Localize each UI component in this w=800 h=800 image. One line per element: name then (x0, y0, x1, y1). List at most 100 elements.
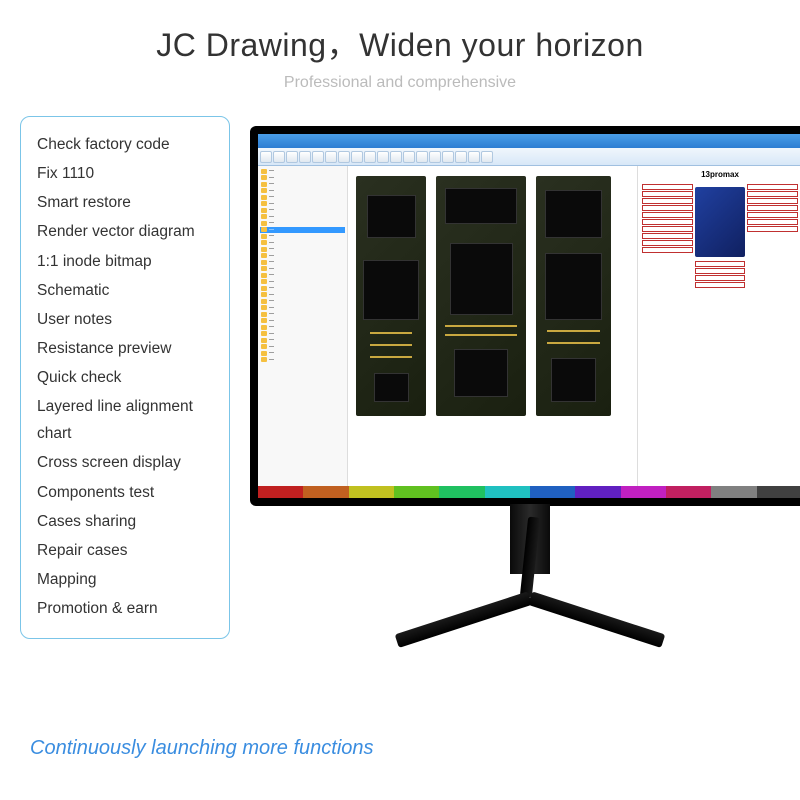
component-label (695, 261, 746, 267)
page-title: JC Drawing，Widen your horizon (0, 20, 800, 66)
component-label (642, 247, 693, 253)
color-swatch[interactable] (349, 486, 394, 498)
monitor-display: —————————————————————————————— (250, 126, 800, 686)
color-swatch[interactable] (757, 486, 800, 498)
app-titlebar (258, 134, 800, 148)
toolbar-button[interactable] (403, 151, 415, 163)
component-label (747, 198, 798, 204)
folder-icon (261, 201, 267, 206)
color-swatch[interactable] (621, 486, 666, 498)
component-label (642, 226, 693, 232)
folder-icon (261, 357, 267, 362)
toolbar-button[interactable] (299, 151, 311, 163)
component-label (695, 282, 746, 288)
color-swatch[interactable] (439, 486, 484, 498)
folder-icon (261, 182, 267, 187)
folder-icon (261, 253, 267, 258)
folder-icon (261, 195, 267, 200)
chip-block (695, 187, 745, 257)
folder-icon (261, 299, 267, 304)
folder-icon (261, 260, 267, 265)
folder-icon (261, 351, 267, 356)
folder-icon (261, 331, 267, 336)
toolbar-button[interactable] (364, 151, 376, 163)
feature-item: Fix 1110 (37, 160, 213, 187)
monitor-frame: —————————————————————————————— (250, 126, 800, 506)
folder-icon (261, 221, 267, 226)
feature-item: 1:1 inode bitmap (37, 248, 213, 275)
component-label (695, 275, 746, 281)
component-label (747, 184, 798, 190)
component-label (642, 212, 693, 218)
folder-icon (261, 227, 267, 232)
component-label (747, 205, 798, 211)
toolbar-button[interactable] (312, 151, 324, 163)
pcb-board-view (436, 176, 526, 416)
toolbar-button[interactable] (468, 151, 480, 163)
component-label (642, 205, 693, 211)
toolbar-button[interactable] (325, 151, 337, 163)
folder-icon (261, 279, 267, 284)
toolbar-button[interactable] (351, 151, 363, 163)
toolbar-button[interactable] (377, 151, 389, 163)
folder-icon (261, 240, 267, 245)
folder-icon (261, 169, 267, 174)
color-swatch[interactable] (303, 486, 348, 498)
feature-item: Resistance preview (37, 335, 213, 362)
toolbar-button[interactable] (338, 151, 350, 163)
color-palette-bar[interactable] (258, 486, 800, 498)
feature-item: Check factory code (37, 131, 213, 158)
toolbar-button[interactable] (481, 151, 493, 163)
feature-item: Layered line alignment chart (37, 393, 213, 447)
color-swatch[interactable] (711, 486, 756, 498)
component-label (747, 212, 798, 218)
component-label (642, 233, 693, 239)
folder-icon (261, 188, 267, 193)
color-swatch[interactable] (394, 486, 439, 498)
color-swatch[interactable] (666, 486, 711, 498)
component-label (642, 184, 693, 190)
folder-icon (261, 292, 267, 297)
folder-icon (261, 318, 267, 323)
folder-icon (261, 266, 267, 271)
feature-item: Components test (37, 479, 213, 506)
schematic-title: 13promax (642, 170, 798, 179)
feature-item: Smart restore (37, 189, 213, 216)
component-label (642, 198, 693, 204)
folder-icon (261, 234, 267, 239)
main-canvas[interactable] (348, 166, 637, 486)
monitor-stand-base (400, 571, 660, 621)
component-label (747, 219, 798, 225)
feature-item: Render vector diagram (37, 218, 213, 245)
pcb-board-view (536, 176, 611, 416)
tree-label: — (269, 357, 274, 364)
toolbar-button[interactable] (455, 151, 467, 163)
footer-tagline: Continuously launching more functions (30, 737, 374, 760)
toolbar-button[interactable] (260, 151, 272, 163)
folder-icon (261, 175, 267, 180)
feature-item: Cases sharing (37, 508, 213, 535)
toolbar-button[interactable] (416, 151, 428, 163)
component-label (695, 268, 746, 274)
folder-icon (261, 286, 267, 291)
app-toolbar (258, 148, 800, 166)
component-label (642, 240, 693, 246)
toolbar-button[interactable] (429, 151, 441, 163)
file-tree-sidebar[interactable]: —————————————————————————————— (258, 166, 348, 486)
page-subtitle: Professional and comprehensive (0, 74, 800, 92)
color-swatch[interactable] (258, 486, 303, 498)
color-swatch[interactable] (530, 486, 575, 498)
toolbar-button[interactable] (442, 151, 454, 163)
toolbar-button[interactable] (390, 151, 402, 163)
color-swatch[interactable] (485, 486, 530, 498)
schematic-pane[interactable]: 13promax (637, 166, 800, 486)
pcb-board-view (356, 176, 426, 416)
component-label (747, 226, 798, 232)
toolbar-button[interactable] (286, 151, 298, 163)
tree-item[interactable]: — (260, 357, 345, 364)
folder-icon (261, 312, 267, 317)
folder-icon (261, 344, 267, 349)
color-swatch[interactable] (575, 486, 620, 498)
toolbar-button[interactable] (273, 151, 285, 163)
folder-icon (261, 325, 267, 330)
